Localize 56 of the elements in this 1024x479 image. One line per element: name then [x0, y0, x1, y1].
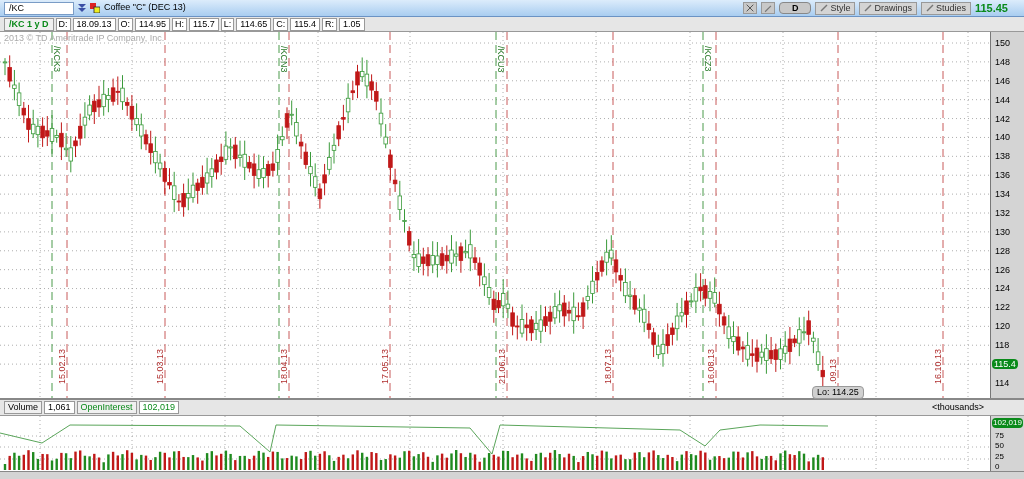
field-label: H: [171, 17, 187, 31]
axis-label: 120 [995, 321, 1012, 332]
axis-label: 124 [995, 283, 1012, 294]
axis-label: 75 [995, 431, 1005, 440]
field-label: D: [55, 17, 71, 31]
field-value: 115.4 [290, 17, 321, 31]
axis-label: 138 [995, 151, 1012, 162]
study-label: OpenInterest [76, 401, 137, 414]
value-tag: 102,019 [992, 418, 1023, 428]
field-label: L: [220, 17, 235, 31]
axis-label: 128 [995, 245, 1012, 256]
toolbar-button[interactable]: Drawings [859, 1, 917, 15]
axis-label: 144 [995, 94, 1012, 105]
low-label: Lo: 114.25 [812, 386, 864, 399]
color-squares-icon[interactable] [90, 3, 100, 13]
toolbar-button[interactable]: Studies [920, 1, 971, 15]
tool-icon [820, 4, 829, 12]
toolbar-button[interactable]: Style [815, 1, 856, 15]
axis-label: 148 [995, 56, 1012, 67]
field-value: 114.95 [135, 17, 170, 31]
dropdown-arrow-icon[interactable] [78, 3, 86, 13]
aggregation-button[interactable]: D [778, 2, 812, 14]
field-value: 114.65 [236, 17, 272, 31]
symbol-description: Coffee "C" (DEC 13) [104, 1, 186, 15]
axis-label: 126 [995, 264, 1012, 275]
field-value: 1.05 [339, 17, 365, 31]
axis-label: 0 [995, 462, 1001, 471]
axis-label: 114 [995, 377, 1011, 388]
axis-label: 150 [995, 38, 1012, 48]
field-label: C: [273, 17, 289, 31]
axis-label: 118 [995, 340, 1011, 350]
axis-label: 140 [995, 132, 1012, 143]
pencil-icon[interactable] [760, 2, 775, 14]
axis-label: 146 [995, 75, 1012, 86]
axis-label: 130 [995, 226, 1012, 237]
units-label: <thousands> [931, 400, 985, 414]
axis-label: 50 [995, 441, 1005, 451]
symbol-field[interactable]: /KC [4, 1, 74, 15]
last-price: 115.45 [974, 0, 1009, 16]
price-tag: 115.4 [992, 358, 1018, 369]
axis-label: 122 [995, 302, 1012, 313]
chart-label: /KC 1 y D [4, 17, 54, 31]
field-value: 115.7 [188, 17, 219, 31]
study-value: 1,061 [44, 401, 75, 414]
study-value: 102,019 [138, 401, 180, 414]
field-label: R: [322, 17, 338, 31]
study-label: Volume [4, 401, 43, 414]
field-value: 18.09.13 [72, 17, 116, 31]
axis-label: 136 [995, 170, 1012, 181]
axis-label: 134 [995, 189, 1012, 199]
axis-label: 25 [995, 451, 1005, 461]
tool-icon [925, 4, 934, 12]
tool-icon [864, 4, 873, 12]
axis-label: 142 [995, 113, 1012, 124]
axis-label: 132 [995, 207, 1012, 218]
field-label: O: [117, 17, 134, 31]
